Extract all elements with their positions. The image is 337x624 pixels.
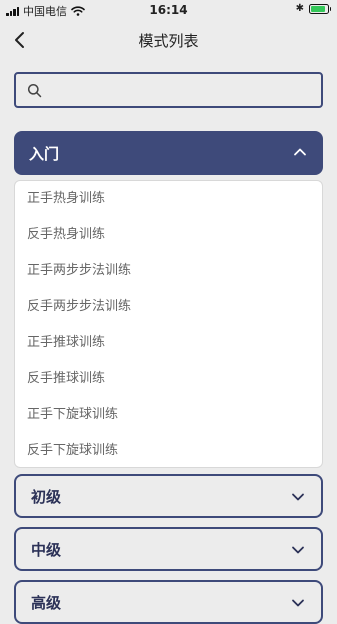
search-box[interactable] bbox=[14, 72, 323, 108]
search-input[interactable] bbox=[48, 73, 321, 107]
list-item[interactable]: 反手两步步法训练 bbox=[27, 299, 131, 315]
list-item[interactable]: 正手两步步法训练 bbox=[27, 263, 131, 279]
section-header-advanced[interactable]: 高级 bbox=[14, 580, 323, 624]
chevron-down-icon bbox=[292, 599, 304, 607]
battery-level bbox=[311, 5, 326, 12]
chevron-up-icon bbox=[294, 148, 306, 156]
list-item[interactable]: 正手推球训练 bbox=[27, 335, 105, 351]
section-header-beginner[interactable]: 入门 bbox=[14, 131, 323, 175]
beginner-mode-list: 正手热身训练 反手热身训练 正手两步步法训练 反手两步步法训练 正手推球训练 反… bbox=[14, 180, 323, 468]
bluetooth-icon: ✱ bbox=[295, 3, 304, 14]
list-item[interactable]: 反手热身训练 bbox=[27, 227, 105, 243]
navigation-bar: 模式列表 bbox=[0, 22, 337, 58]
section-label: 初级 bbox=[31, 487, 62, 506]
list-item[interactable]: 反手下旋球训练 bbox=[27, 443, 118, 459]
page-title: 模式列表 bbox=[138, 32, 199, 50]
list-item[interactable]: 反手推球训练 bbox=[27, 371, 105, 387]
status-bar: 中国电信 16:14 ✱ bbox=[0, 0, 337, 20]
list-item[interactable]: 正手下旋球训练 bbox=[27, 407, 118, 423]
section-label: 入门 bbox=[29, 144, 60, 163]
battery-icon bbox=[309, 3, 331, 14]
status-right: ✱ bbox=[295, 3, 331, 14]
chevron-down-icon bbox=[292, 546, 304, 554]
section-header-intermediate[interactable]: 中级 bbox=[14, 527, 323, 571]
search-icon bbox=[26, 82, 42, 98]
chevron-down-icon bbox=[292, 493, 304, 501]
section-label: 中级 bbox=[31, 540, 62, 559]
status-time: 16:14 bbox=[149, 3, 188, 17]
list-item[interactable]: 正手热身训练 bbox=[27, 191, 105, 207]
section-header-elementary[interactable]: 初级 bbox=[14, 474, 323, 518]
section-label: 高级 bbox=[31, 593, 62, 612]
